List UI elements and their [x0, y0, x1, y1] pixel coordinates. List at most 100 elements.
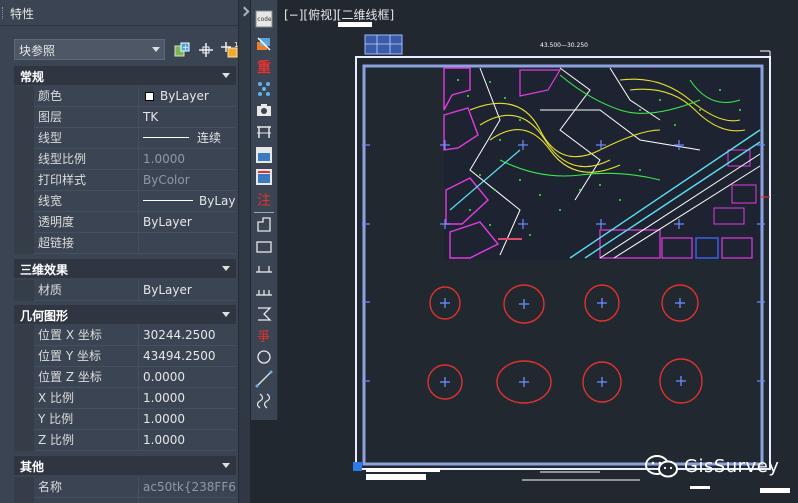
properties-palette: 特性 块参照 + 1 常规 颜色 ByLayer 图层 TK 线型 连续 线型比…	[0, 0, 250, 503]
image-frame-icon[interactable]	[255, 146, 273, 164]
property-name: Y 比例	[34, 409, 138, 430]
property-name: 颜色	[34, 86, 138, 107]
property-name: Z 比例	[34, 430, 138, 451]
svg-text:+: +	[182, 43, 189, 52]
property-row-color[interactable]: 颜色 ByLayer	[14, 86, 236, 107]
color-swatch-icon	[145, 92, 154, 101]
property-value[interactable]: ByLayer	[138, 212, 236, 233]
property-value[interactable]	[138, 233, 236, 254]
property-row-name[interactable]: 名称 ac50tk{238FF69...	[14, 477, 236, 498]
wechat-logo-icon	[645, 455, 678, 478]
section-3d-label: 三维效果	[20, 263, 69, 277]
property-value[interactable]: 1.0000	[138, 388, 236, 409]
property-name: 材质	[34, 280, 138, 301]
quick-select-icon[interactable]: +	[172, 40, 192, 60]
collapse-icon[interactable]	[222, 73, 230, 78]
property-value[interactable]: 0.0000	[138, 367, 236, 388]
property-value[interactable]: ByColor	[138, 170, 236, 191]
property-value[interactable]: 1.0000	[138, 409, 236, 430]
autocad-window: 特性 块参照 + 1 常规 颜色 ByLayer 图层 TK 线型 连续 线型比…	[0, 0, 798, 503]
property-value[interactable]: ByLayer	[138, 280, 236, 301]
marker-circles	[427, 284, 703, 404]
collapse-icon[interactable]	[222, 312, 230, 317]
property-value[interactable]: TK	[138, 107, 236, 128]
palette-header[interactable]: 特性	[0, 0, 250, 26]
property-row-layer[interactable]: 图层 TK	[14, 107, 236, 128]
property-row-lineweight[interactable]: 线宽 ByLayer	[14, 191, 236, 212]
fence-icon[interactable]	[255, 260, 273, 278]
palette-title: 特性	[10, 7, 35, 21]
property-value[interactable]: 1.0000	[138, 430, 236, 451]
section-misc[interactable]: 其他	[14, 456, 236, 475]
property-row-partial	[14, 498, 236, 503]
svg-text:爭: 爭	[257, 330, 270, 344]
section-general-label: 常规	[20, 70, 45, 84]
property-name: 超链接	[34, 233, 138, 254]
rectangle-icon[interactable]	[255, 238, 273, 256]
property-value[interactable]: ac50tk{238FF69...	[138, 477, 236, 498]
property-row-position-x[interactable]: 位置 X 坐标 30244.2500	[14, 325, 236, 346]
section-general[interactable]: 常规	[14, 66, 236, 85]
select-objects-icon[interactable]	[196, 40, 216, 60]
map-header-label: 43.500—30.250	[540, 42, 588, 49]
text-red-icon[interactable]: 注	[255, 190, 273, 208]
expand-icon[interactable]	[239, 6, 250, 17]
object-type-select[interactable]: 块参照	[14, 39, 165, 60]
property-value[interactable]: 30244.2500	[138, 325, 236, 346]
palette-side-strip[interactable]	[238, 0, 250, 503]
lineweight-preview-icon	[143, 200, 193, 201]
property-row-scale-y[interactable]: Y 比例 1.0000	[14, 409, 236, 430]
collapse-icon[interactable]	[222, 463, 230, 468]
drawing-content[interactable]: 43.500—30.250	[279, 0, 798, 503]
property-row-material[interactable]: 材质 ByLayer	[14, 280, 236, 301]
property-row-scale-x[interactable]: X 比例 1.0000	[14, 388, 236, 409]
watermark-text: GisSurvey	[684, 456, 780, 477]
property-row-hyperlink[interactable]: 超链接	[14, 233, 236, 254]
image-block-icon[interactable]	[255, 168, 273, 186]
points-icon[interactable]	[255, 79, 273, 97]
property-name: 线型	[34, 128, 138, 149]
property-row-scale-z[interactable]: Z 比例 1.0000	[14, 430, 236, 451]
polyline-icon[interactable]	[255, 216, 273, 234]
grip-handle[interactable]	[2, 7, 4, 19]
property-name: 位置 X 坐标	[34, 325, 138, 346]
code-icon[interactable]: code	[255, 10, 273, 28]
property-name: X 比例	[34, 388, 138, 409]
chevron-down-icon	[152, 47, 160, 52]
viewport-controls[interactable]: [−][俯视][二维线框]	[284, 6, 394, 23]
collapse-icon[interactable]	[222, 266, 230, 271]
red-symbol-icon[interactable]: 爭	[255, 326, 273, 344]
camera-icon[interactable]	[255, 101, 273, 119]
property-row-position-y[interactable]: 位置 Y 坐标 43494.2500	[14, 346, 236, 367]
property-value[interactable]: 连续	[138, 128, 236, 149]
section-geometry[interactable]: 几何图形	[14, 305, 236, 324]
property-row-linetype[interactable]: 线型 连续	[14, 128, 236, 149]
line-icon[interactable]	[255, 370, 273, 388]
property-value[interactable]: ByLayer	[138, 86, 236, 107]
property-name: 位置 Z 坐标	[34, 367, 138, 388]
object-type-value: 块参照	[19, 44, 56, 58]
text-style-icon[interactable]: 重	[255, 57, 273, 75]
railway-icon[interactable]	[255, 282, 273, 300]
property-name: 透明度	[34, 212, 138, 233]
property-value[interactable]: ByLayer	[138, 191, 236, 212]
property-row-transparency[interactable]: 透明度 ByLayer	[14, 212, 236, 233]
circle-icon[interactable]	[255, 348, 273, 366]
property-name: 名称	[34, 477, 138, 498]
property-row-linetype-scale[interactable]: 线型比例 1.0000	[14, 149, 236, 170]
spline-icon[interactable]	[255, 392, 273, 410]
symbol-icon[interactable]	[255, 304, 273, 322]
layer-match-icon[interactable]	[255, 35, 273, 53]
dimension-icon[interactable]	[255, 123, 273, 141]
property-row-position-z[interactable]: 位置 Z 坐标 0.0000	[14, 367, 236, 388]
pickadd-icon[interactable]: 1	[220, 40, 240, 60]
property-value[interactable]: 1.0000	[138, 149, 236, 170]
svg-text:重: 重	[257, 59, 271, 75]
topographic-map	[443, 67, 761, 260]
property-name: 图层	[34, 107, 138, 128]
property-value[interactable]: 43494.2500	[138, 346, 236, 367]
property-name: 线型比例	[34, 149, 138, 170]
property-name: 打印样式	[34, 170, 138, 191]
property-row-plotstyle[interactable]: 打印样式 ByColor	[14, 170, 236, 191]
section-3d-effects[interactable]: 三维效果	[14, 259, 236, 278]
